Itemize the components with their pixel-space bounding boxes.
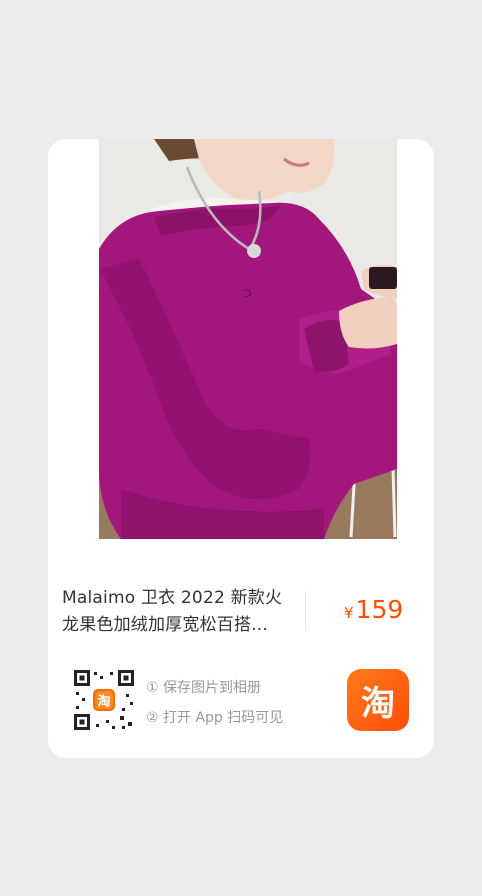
svg-text:ᑐ: ᑐ (244, 289, 251, 300)
step-save-image: ① 保存图片到相册 (146, 680, 262, 696)
qr-code[interactable]: 淘 (72, 668, 136, 732)
share-instructions: ① 保存图片到相册 ② 打开 App 扫码可见 (146, 673, 283, 733)
step-scan-code: ② 打开 App 扫码可见 (146, 710, 284, 726)
product-title-line-2: 龙果色加绒加厚宽松百搭... (62, 615, 269, 635)
product-title-line-1: Malaimo 卫衣 2022 新款火 (62, 588, 283, 608)
share-card: ᑐ Malaimo 卫衣 2022 新款火 龙果色加绒加厚宽松百搭... ¥15… (48, 139, 434, 758)
price-value: 159 (355, 595, 404, 624)
taobao-logo-icon: 淘 (361, 683, 395, 724)
divider (305, 591, 306, 631)
qr-badge: 淘 (97, 694, 110, 710)
product-title[interactable]: Malaimo 卫衣 2022 新款火 龙果色加绒加厚宽松百搭... (62, 585, 290, 639)
qr-code-icon: 淘 (74, 670, 134, 730)
product-photo-illustration: ᑐ (99, 139, 397, 539)
product-image[interactable]: ᑐ (99, 139, 397, 539)
currency-symbol: ¥ (344, 604, 354, 622)
taobao-logo[interactable]: 淘 (347, 669, 409, 731)
product-price: ¥159 (344, 595, 403, 624)
